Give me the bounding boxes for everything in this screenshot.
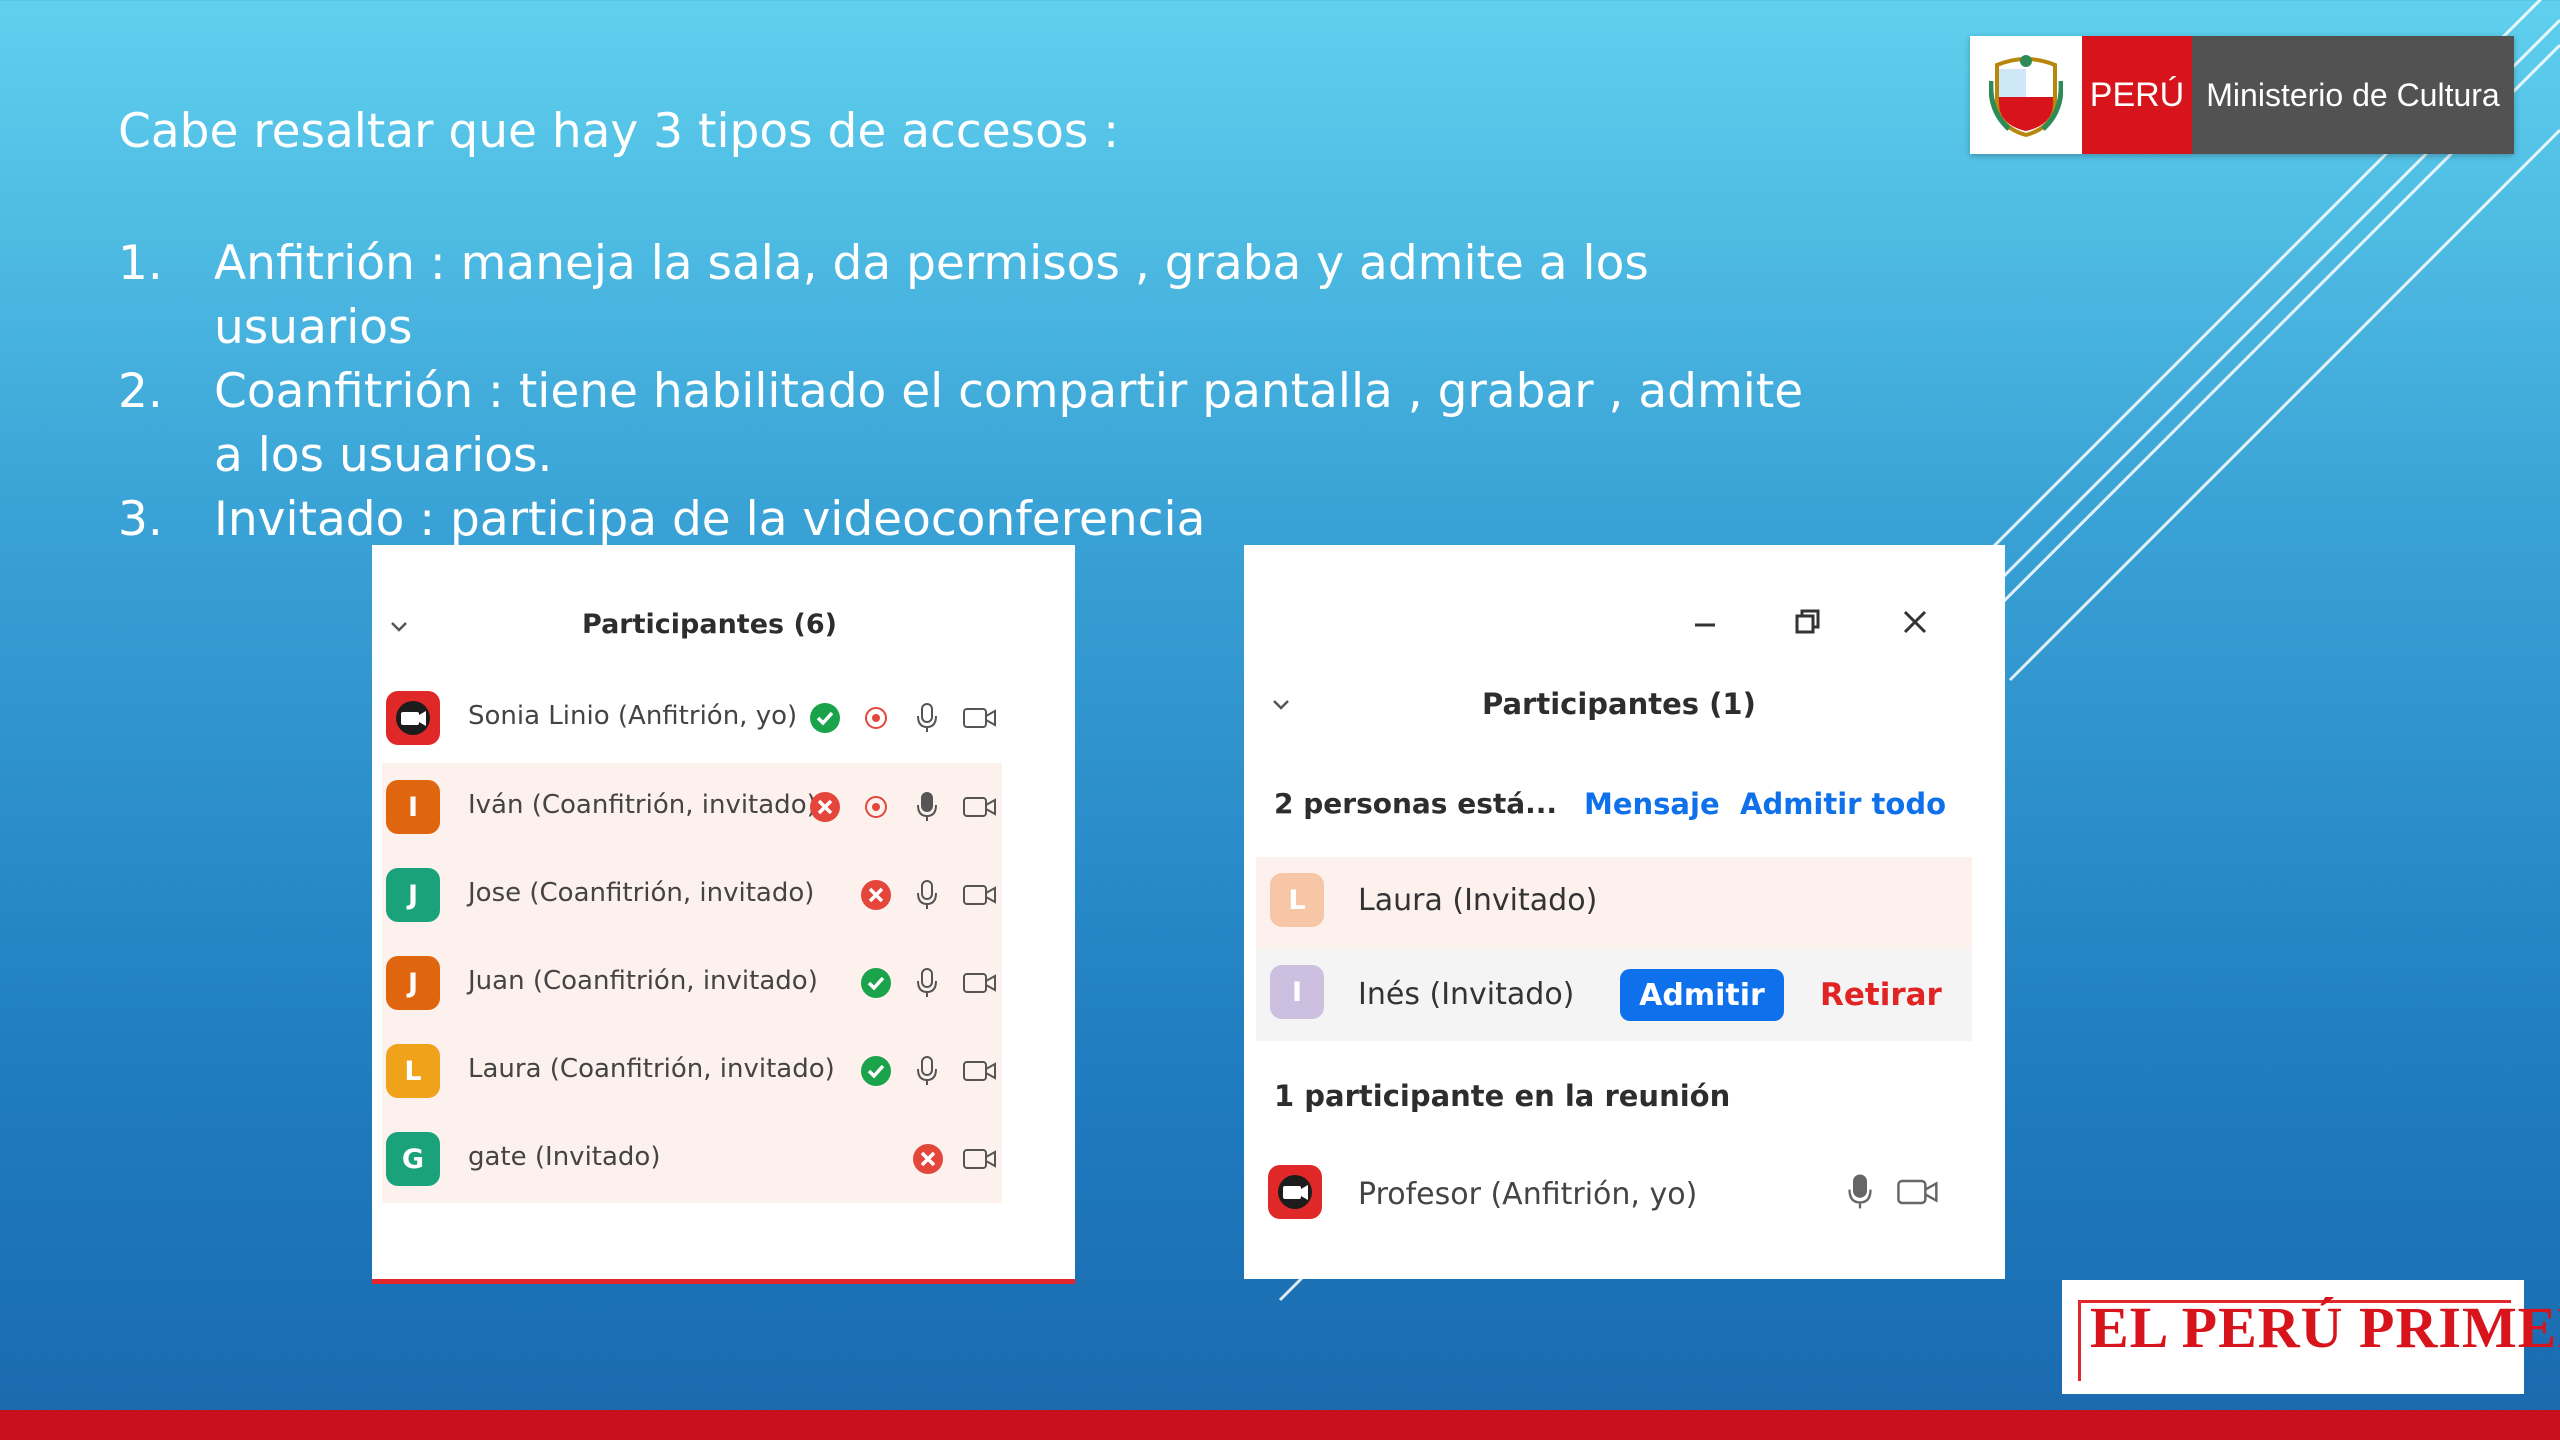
avatar: I <box>1270 965 1324 1019</box>
minimize-icon[interactable] <box>1690 609 1720 639</box>
participant-name: gate (Invitado) <box>468 1142 661 1172</box>
list-item: 2. Coanfitrión : tiene habilitado el comp… <box>118 364 1804 483</box>
microphone-icon[interactable] <box>915 879 939 911</box>
host-name: Profesor (Anfitrión, yo) <box>1358 1177 1698 1212</box>
avatar: L <box>386 1044 440 1098</box>
video-camera-icon[interactable] <box>962 706 998 730</box>
microphone-icon[interactable] <box>1846 1173 1874 1211</box>
waiting-participant-name: Inés (Invitado) <box>1358 977 1575 1012</box>
participant-name: Juan (Coanfitrión, invitado) <box>468 966 818 996</box>
restore-icon[interactable] <box>1792 607 1822 637</box>
denied-x-icon[interactable] <box>809 791 841 823</box>
chevron-down-icon[interactable] <box>1268 691 1294 717</box>
avatar <box>386 691 440 745</box>
video-camera-icon[interactable] <box>962 883 998 907</box>
denied-x-icon[interactable] <box>912 1143 944 1175</box>
allowed-check-icon[interactable] <box>860 967 892 999</box>
slide-intro: Cabe resaltar que hay 3 tipos de accesos… <box>118 104 1120 159</box>
brand-text: EL PERÚ PRIMERO <box>2090 1295 2560 1360</box>
logo-country: PERÚ <box>2082 36 2192 154</box>
panel-title: Participantes (1) <box>1482 687 1756 721</box>
avatar: G <box>386 1132 440 1186</box>
in-meeting-summary: 1 participante en la reunión <box>1274 1079 1731 1113</box>
bottom-red-bar <box>0 1410 2560 1440</box>
video-camera-icon[interactable] <box>962 1059 998 1083</box>
video-camera-icon[interactable] <box>962 1147 998 1171</box>
participant-name: Jose (Coanfitrión, invitado) <box>468 878 815 908</box>
video-camera-icon[interactable] <box>962 795 998 819</box>
waiting-participant-name: Laura (Invitado) <box>1358 883 1598 918</box>
access-types-list: 1. Anfitrión : maneja la sala, da permiso… <box>118 232 1838 552</box>
close-icon[interactable] <box>1900 607 1930 637</box>
chevron-down-icon[interactable] <box>386 613 412 639</box>
participant-name: Sonia Linio (Anfitrión, yo) <box>468 701 798 731</box>
allowed-check-icon[interactable] <box>860 1055 892 1087</box>
video-camera-icon[interactable] <box>1896 1177 1940 1207</box>
brand-logo: EL PERÚ PRIMERO <box>2062 1280 2560 1394</box>
record-icon[interactable] <box>864 795 888 819</box>
list-item: 3. Invitado : participa de la videoconfer… <box>118 492 1206 547</box>
microphone-icon[interactable] <box>915 967 939 999</box>
zoom-camera-icon <box>1278 1175 1312 1209</box>
microphone-icon[interactable] <box>915 1055 939 1087</box>
microphone-icon[interactable] <box>915 702 939 734</box>
logo-ministry: Ministerio de Cultura <box>2192 36 2514 154</box>
denied-x-icon[interactable] <box>860 879 892 911</box>
admit-button[interactable]: Admitir <box>1620 969 1784 1021</box>
participants-panel-waiting-room: Participantes (1) 2 personas está... Men… <box>1244 545 2005 1279</box>
avatar: J <box>386 868 440 922</box>
avatar: J <box>386 956 440 1010</box>
avatar <box>1268 1165 1322 1219</box>
avatar: L <box>1270 873 1324 927</box>
zoom-camera-icon <box>396 701 430 735</box>
message-link[interactable]: Mensaje <box>1584 787 1720 821</box>
list-item: 1. Anfitrión : maneja la sala, da permiso… <box>118 236 1649 355</box>
allowed-check-icon[interactable] <box>809 702 841 734</box>
remove-button[interactable]: Retirar <box>1820 977 1942 1013</box>
record-icon[interactable] <box>864 706 888 730</box>
avatar: I <box>386 780 440 834</box>
participant-name: Iván (Coanfitrión, invitado) <box>468 790 817 820</box>
ministry-logo: PERÚ Ministerio de Cultura <box>1970 36 2514 154</box>
participants-panel-host: Participantes (6) Sonia Linio (Anfitrión… <box>372 545 1075 1284</box>
coat-of-arms-icon <box>1970 36 2082 154</box>
microphone-icon[interactable] <box>915 791 939 823</box>
participant-name: Laura (Coanfitrión, invitado) <box>468 1054 835 1084</box>
video-camera-icon[interactable] <box>962 971 998 995</box>
panel-title: Participantes (6) <box>582 609 837 640</box>
waiting-room-summary: 2 personas está... <box>1274 787 1558 820</box>
admit-all-link[interactable]: Admitir todo <box>1740 787 1946 821</box>
